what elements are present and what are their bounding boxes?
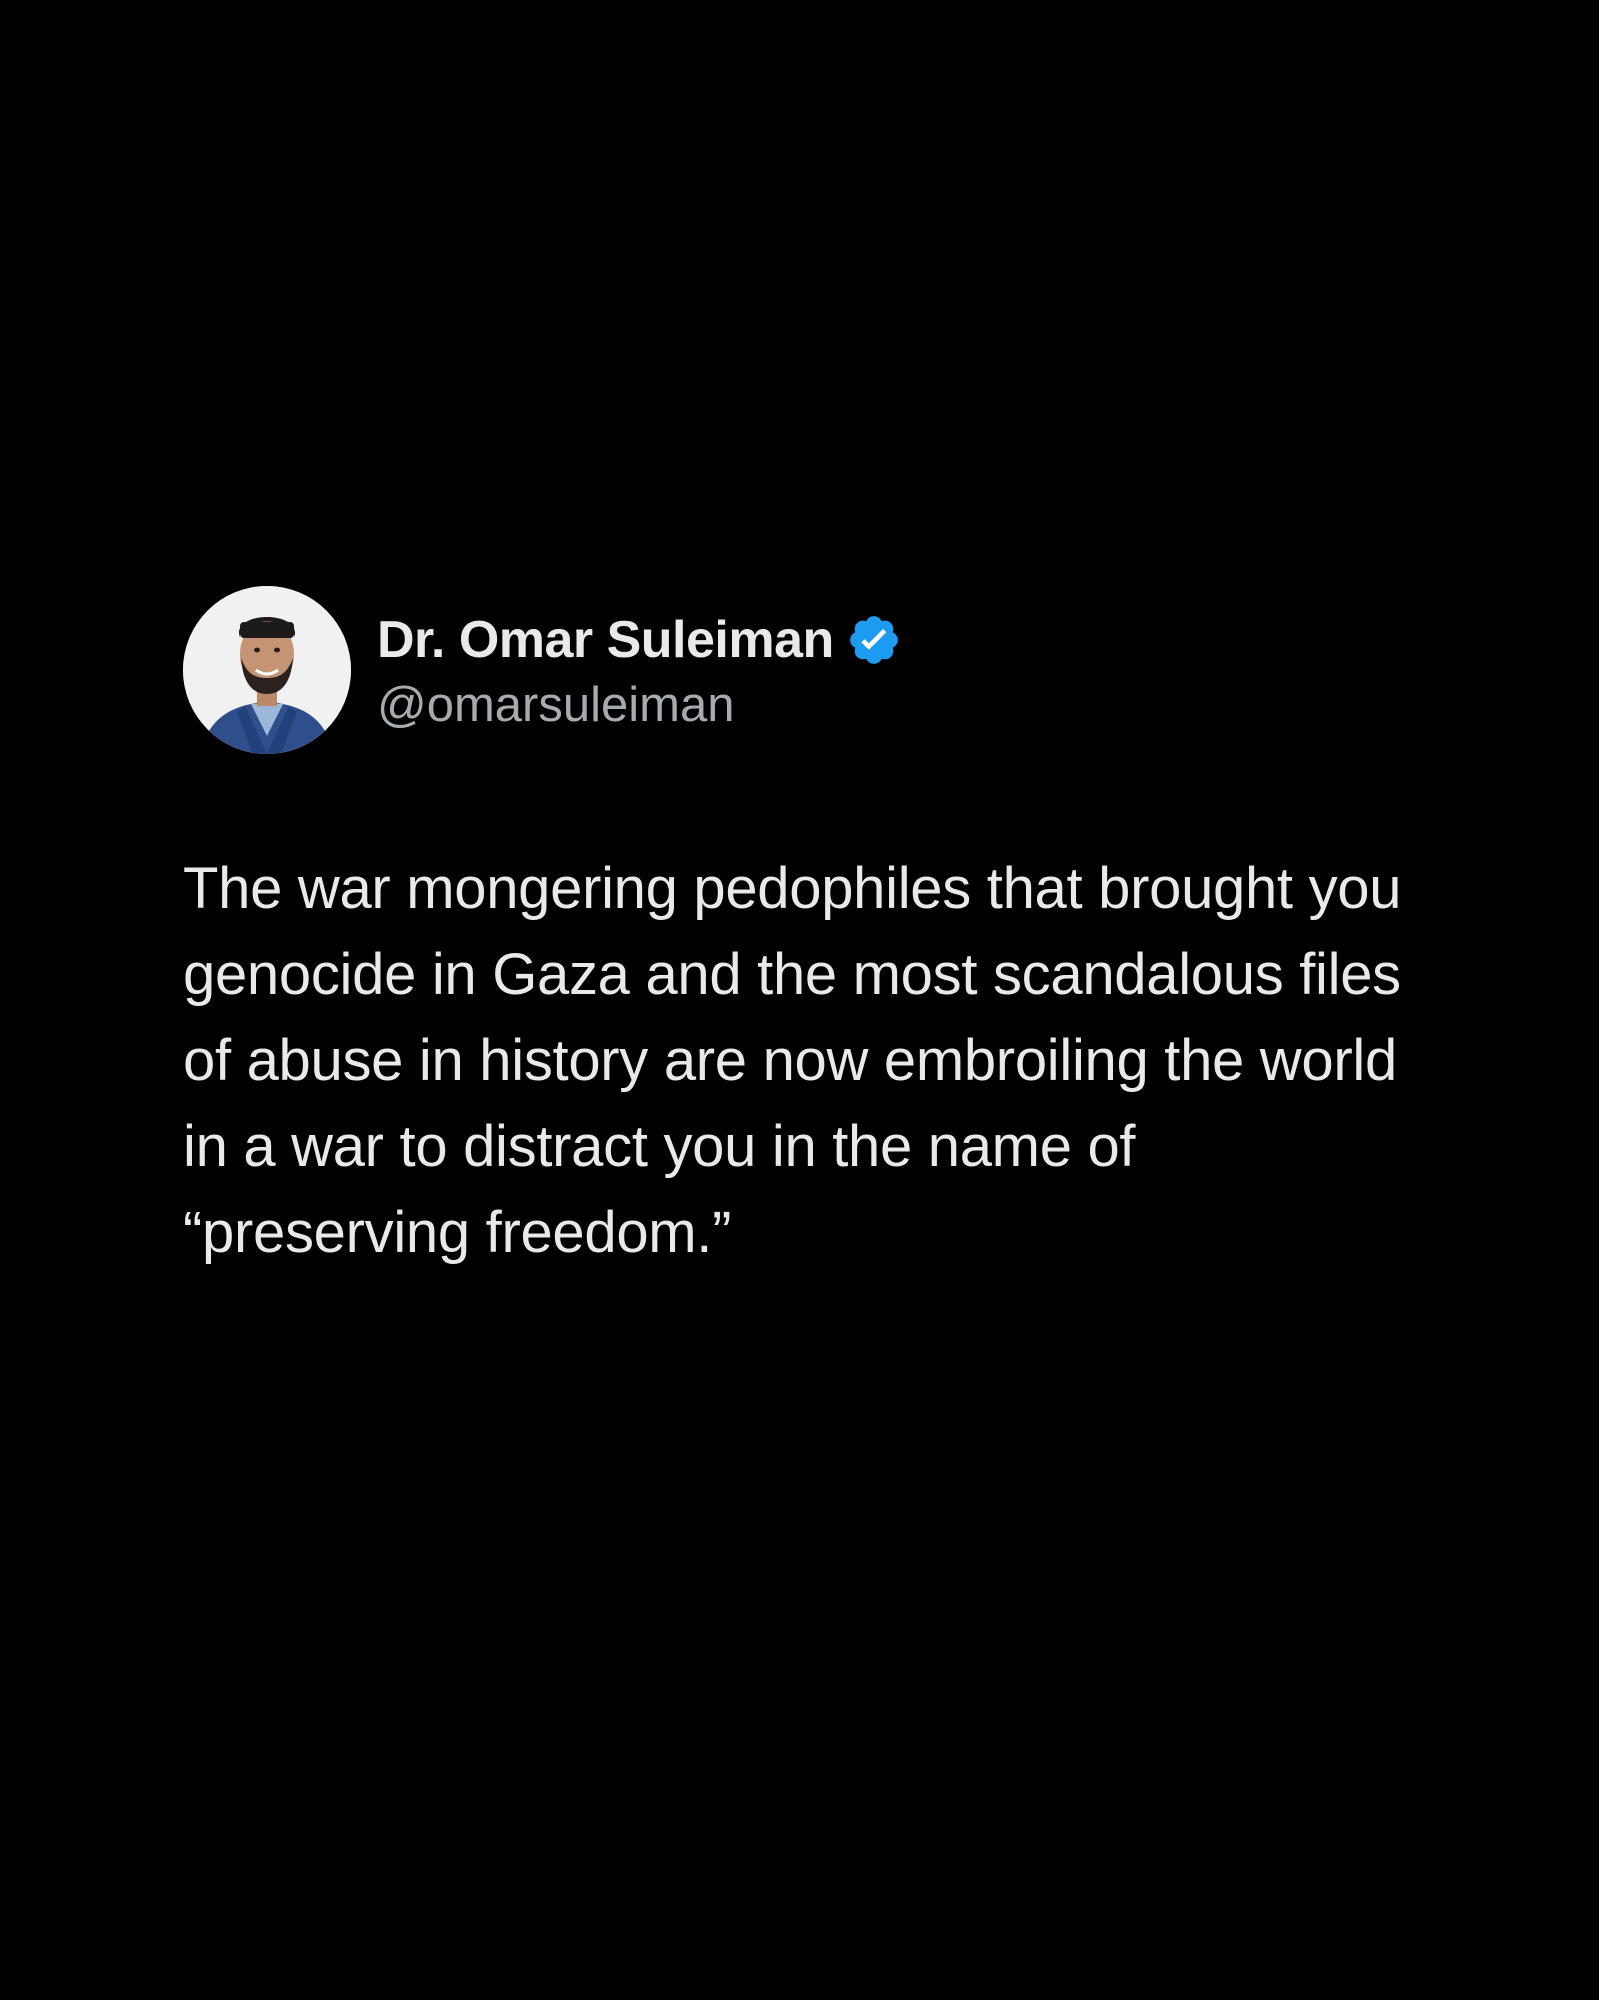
name-row: Dr. Omar Suleiman: [377, 607, 902, 673]
user-handle[interactable]: @omarsuleiman: [377, 677, 902, 733]
tweet-card: Dr. Omar Suleiman @omarsuleiman The war …: [183, 586, 1433, 1276]
tweet-header: Dr. Omar Suleiman @omarsuleiman: [183, 586, 1433, 754]
avatar[interactable]: [183, 586, 351, 754]
author-identity: Dr. Omar Suleiman @omarsuleiman: [377, 607, 902, 733]
tweet-text: The war mongering pedophiles that brough…: [183, 856, 1402, 1265]
display-name[interactable]: Dr. Omar Suleiman: [377, 610, 834, 670]
profile-photo-icon: [183, 586, 351, 754]
verified-badge-icon: [846, 612, 902, 668]
